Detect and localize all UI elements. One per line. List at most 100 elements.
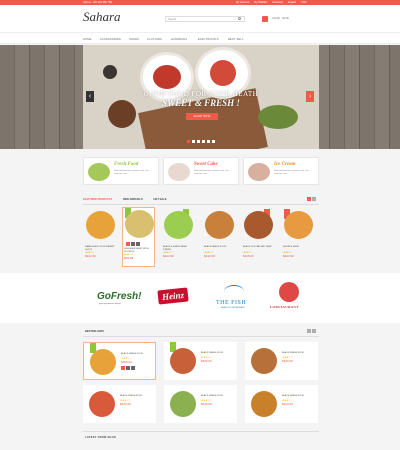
bestseller-card[interactable]: BLACK DRESS FOOD ★★★☆☆ $200.00 (245, 342, 318, 380)
product-name[interactable]: BLACK DOLORE SED TEMP (243, 246, 275, 249)
promo-title: Fresh Food (114, 162, 139, 167)
cart-summary[interactable]: Cart(0) - $0.00 (272, 17, 289, 20)
product-image[interactable] (170, 348, 196, 374)
ice-cream-image (248, 163, 270, 181)
compare-icon[interactable] (131, 366, 135, 370)
product-name[interactable]: BLACK DRESS FOOD (282, 395, 304, 397)
promo-title: Ice Cream (274, 162, 296, 167)
prev-icon[interactable]: ‹ (307, 197, 311, 201)
nav-best-sell[interactable]: BEST SELL (228, 38, 244, 41)
wishlist-link[interactable]: My Wishlist (254, 1, 267, 4)
nav-handbags[interactable]: HANDBAGS (171, 38, 187, 41)
nav-clothing[interactable]: CLOTHING (147, 38, 162, 41)
nav-home[interactable]: HOME (83, 38, 92, 41)
brand-fish-logo[interactable]: THE FISH (216, 300, 246, 306)
sweet-cake-image (168, 163, 190, 181)
shop-now-button[interactable]: SHOP NOW (186, 113, 218, 120)
nav-electronics[interactable]: ELECTRONICS (198, 38, 219, 41)
phone-text: Call us: +00 123 456 789 (83, 0, 112, 4)
olives-image (103, 65, 117, 79)
product-image[interactable] (164, 211, 193, 239)
promo-title: Sweet Cake (194, 162, 218, 167)
slider-dot[interactable] (207, 140, 210, 143)
product-price: $212.99 (204, 254, 215, 258)
product-price: $200.00 (282, 402, 293, 406)
product-card[interactable]: BLACK & WHITE MESH STRIPE ★★★☆☆ $222.99 (162, 209, 195, 272)
add-to-cart-icon[interactable] (121, 366, 125, 370)
next-icon[interactable]: › (312, 329, 316, 333)
brand-gofresh-logo[interactable]: GoFresh! (97, 291, 141, 302)
product-image[interactable] (125, 210, 154, 238)
product-price: $200.00 (201, 359, 212, 363)
slider-dot[interactable] (202, 140, 205, 143)
checkout-link[interactable]: Checkout (272, 1, 283, 4)
product-image[interactable] (251, 391, 277, 417)
search-input[interactable]: Search (165, 16, 245, 22)
tab-new-arrivals[interactable]: NEW ARRIVALS (123, 198, 143, 201)
product-card[interactable]: DESIGNER SHIRT WITH POCKETS ★★★☆☆ $69.99 (122, 207, 155, 267)
divider (83, 336, 319, 337)
bestseller-card[interactable]: BLACK DRESS FOOD ★★★☆☆ $200.00 (245, 385, 318, 423)
product-image[interactable] (284, 211, 313, 239)
product-name[interactable]: BLACK DRESS FOOD (201, 395, 223, 397)
slider-dot[interactable] (197, 140, 200, 143)
product-name[interactable]: BLACK DRESS FOOD (282, 352, 304, 354)
product-card[interactable]: BLACK DRESS FOOD ★★★☆☆ $212.99 (203, 209, 236, 272)
compare-icon[interactable] (136, 242, 140, 246)
wishlist-icon[interactable] (126, 366, 130, 370)
currency-select[interactable]: USD (301, 1, 306, 4)
next-icon[interactable]: › (312, 197, 316, 201)
product-image[interactable] (205, 211, 234, 239)
slider-dot[interactable] (187, 140, 190, 143)
slider-next-arrow-icon[interactable]: › (306, 91, 314, 102)
divider (83, 204, 319, 205)
brand-gofresh-tagline: great ingredients always (99, 303, 121, 305)
product-card[interactable]: BLACK DOLORE SED TEMP ★★★☆☆ $115.00 (242, 209, 275, 272)
slider-prev-arrow-icon[interactable]: ‹ (86, 91, 94, 102)
product-image[interactable] (89, 391, 115, 417)
bestseller-card[interactable]: BLACK DRESS FOOD ★★★☆☆ $200.00 (83, 342, 156, 380)
hero-subheadline: SWEET & FRESH ! (162, 98, 240, 108)
product-image[interactable] (86, 211, 115, 239)
logo[interactable]: Sahara (83, 9, 121, 25)
wishlist-icon[interactable] (131, 242, 135, 246)
product-name[interactable]: BLACK DRESS FOOD (204, 246, 236, 249)
tab-featured-products[interactable]: FEATURED PRODUCTS (83, 198, 112, 201)
lobster-icon (279, 282, 299, 302)
product-name[interactable]: BLACK DRESS FOOD (121, 353, 143, 355)
my-account-link[interactable]: My Account (236, 1, 249, 4)
promo-card-ice-cream[interactable]: Ice Cream Nam pellentesque pretium velit… (243, 157, 319, 185)
bestseller-card[interactable]: BLACK DRESS FOOD ★★★☆☆ $200.00 (83, 385, 156, 423)
language-select[interactable]: English (288, 1, 297, 4)
product-card[interactable]: DARE BLACK GOLD PATENT GUCCI ★★★☆☆ $222.… (84, 209, 117, 272)
bestseller-card[interactable]: BLACK DRESS FOOD ★★★☆☆ $200.00 (164, 342, 237, 380)
product-image[interactable] (90, 349, 116, 375)
product-price: $200.00 (120, 402, 131, 406)
product-image[interactable] (244, 211, 273, 239)
product-card[interactable]: SHORTS SHOE ★★★☆☆ $222.99 (282, 209, 315, 272)
product-image[interactable] (251, 348, 277, 374)
fish-icon (224, 285, 244, 298)
bestseller-card[interactable]: BLACK DRESS FOOD ★★★☆☆ $200.00 (164, 385, 237, 423)
prev-icon[interactable]: ‹ (307, 329, 311, 333)
product-price: $222.99 (85, 254, 96, 258)
product-name[interactable]: BLACK DRESS FOOD (201, 352, 223, 354)
product-price: $222.99 (283, 254, 294, 258)
promo-card-fresh-food[interactable]: Fresh Food Nam pellentesque pretium veli… (83, 157, 159, 185)
nav-accessories[interactable]: ACCESSORIES (100, 38, 121, 41)
cart-icon[interactable] (262, 16, 268, 22)
tab-hot-sale[interactable]: HOT SALE (153, 198, 166, 201)
product-name[interactable]: SHORTS SHOE (283, 246, 315, 249)
product-image[interactable] (170, 391, 196, 417)
divider (83, 431, 319, 432)
product-name[interactable]: BLACK DRESS FOOD (120, 395, 142, 397)
slider-dots[interactable] (187, 140, 217, 144)
brand-lobstaurant-logo[interactable]: LOBSTAURANT (270, 305, 299, 309)
nav-shoes[interactable]: SHOES (129, 38, 139, 41)
add-to-cart-icon[interactable] (126, 242, 130, 246)
brands-strip (0, 273, 400, 323)
product-actions (121, 366, 136, 370)
promo-card-sweet-cake[interactable]: Sweet Cake Nam pellentesque pretium veli… (163, 157, 239, 185)
slider-dot[interactable] (212, 140, 215, 143)
slider-dot[interactable] (192, 140, 195, 143)
